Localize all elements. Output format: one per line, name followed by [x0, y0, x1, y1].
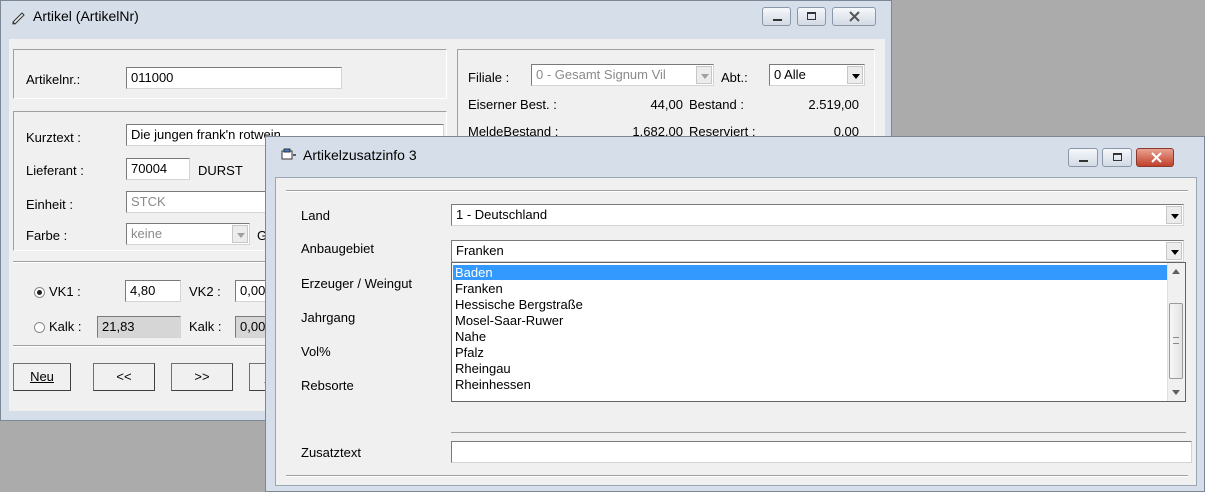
- kalk1-label: Kalk :: [49, 319, 82, 334]
- maximize-icon: [807, 12, 816, 20]
- scroll-down-icon[interactable]: [1172, 390, 1180, 395]
- minimize-icon: [1079, 160, 1088, 162]
- anbaugebiet-value: Franken: [456, 243, 504, 258]
- prev-button[interactable]: <<: [93, 363, 155, 391]
- rebsorte-label: Rebsorte: [301, 378, 354, 393]
- chevron-down-icon: [237, 233, 245, 238]
- abt-dropdown-button[interactable]: [847, 66, 863, 84]
- anbaugebiet-dropdown-list[interactable]: Baden Franken Hessische Bergstraße Mosel…: [451, 262, 1186, 402]
- pencil-icon: [12, 12, 25, 25]
- zusatztext-input[interactable]: [451, 441, 1192, 463]
- artikel-titlebar[interactable]: Artikel (ArtikelNr): [1, 1, 891, 31]
- lieferant-name: DURST: [198, 163, 243, 178]
- option-rheingau[interactable]: Rheingau: [453, 361, 1168, 376]
- option-mosel-saar-ruwer[interactable]: Mosel-Saar-Ruwer: [453, 313, 1168, 328]
- farbe-value: keine: [131, 226, 163, 241]
- eiserner-label: Eiserner Best. :: [468, 97, 557, 112]
- erzeuger-label: Erzeuger / Weingut: [301, 276, 413, 291]
- neu-button[interactable]: Neu: [13, 363, 71, 391]
- anbaugebiet-label: Anbaugebiet: [301, 241, 375, 256]
- window-title: Artikel (ArtikelNr): [33, 8, 139, 24]
- grip-icon: [1173, 337, 1179, 344]
- anbaugebiet-dropdown-button[interactable]: [1166, 242, 1182, 260]
- lieferant-input[interactable]: 70004: [126, 158, 190, 180]
- vk1-input[interactable]: 4,80: [125, 280, 181, 302]
- bestand-label: Bestand :: [689, 97, 744, 112]
- vol-label: Vol%: [301, 344, 331, 359]
- filiale-dropdown-button[interactable]: [696, 66, 712, 84]
- minimize-icon: [773, 19, 782, 21]
- next-button[interactable]: >>: [171, 363, 233, 391]
- einheit-label: Einheit :: [26, 197, 73, 212]
- bestand-value: 2.519,00: [808, 97, 859, 112]
- farbe-select[interactable]: keine: [126, 223, 250, 245]
- chevron-down-icon: [852, 74, 860, 79]
- filiale-value: 0 - Gesamt Signum Vil: [536, 67, 666, 82]
- maximize-icon: [1113, 153, 1122, 161]
- option-nahe[interactable]: Nahe: [453, 329, 1168, 344]
- scroll-thumb[interactable]: [1169, 303, 1183, 379]
- kurztext-label: Kurztext :: [26, 130, 81, 145]
- dialog-bottom-divider: [286, 475, 1188, 477]
- artikelzusatzinfo-dialog: Artikelzusatzinfo 3 Land 1 - Deutschland…: [265, 136, 1205, 492]
- abt-select[interactable]: 0 Alle: [769, 64, 865, 86]
- vk1-radio[interactable]: [34, 287, 45, 298]
- option-pfalz[interactable]: Pfalz: [453, 345, 1168, 360]
- option-hessische-bergstrasse[interactable]: Hessische Bergstraße: [453, 297, 1168, 312]
- chevron-down-icon: [1171, 250, 1179, 255]
- dialog-close-button[interactable]: [1136, 148, 1174, 167]
- close-icon: [1151, 152, 1162, 163]
- artikelnr-label: Artikelnr.:: [26, 72, 81, 87]
- abt-label: Abt.:: [721, 70, 748, 85]
- kalk2-label: Kalk :: [189, 319, 222, 334]
- zusatztext-label: Zusatztext: [301, 445, 361, 460]
- filiale-label: Filiale :: [468, 70, 510, 85]
- farbe-label: Farbe :: [26, 228, 68, 243]
- option-franken[interactable]: Franken: [453, 281, 1168, 296]
- vk1-label: VK1 :: [49, 284, 81, 299]
- app-icon: [281, 148, 296, 160]
- radio-selected-dot: [37, 290, 42, 295]
- vk2-label: VK2 :: [189, 284, 221, 299]
- abt-value: 0 Alle: [774, 67, 806, 82]
- dialog-minimize-button[interactable]: [1068, 148, 1098, 167]
- dropdown-scrollbar[interactable]: [1167, 263, 1185, 401]
- close-button[interactable]: [832, 7, 876, 26]
- maximize-button[interactable]: [797, 7, 826, 26]
- chevron-down-icon: [701, 74, 709, 79]
- dialog-top-divider: [286, 190, 1188, 192]
- eiserner-value: 44,00: [650, 97, 683, 112]
- dialog-client: Land 1 - Deutschland Anbaugebiet Franken…: [275, 177, 1197, 486]
- artikelnr-input[interactable]: 011000: [126, 67, 342, 89]
- dialog-title: Artikelzusatzinfo 3: [303, 147, 417, 163]
- lieferant-label: Lieferant :: [26, 163, 84, 178]
- dialog-maximize-button[interactable]: [1102, 148, 1132, 167]
- close-icon: [849, 11, 860, 22]
- jahrgang-label: Jahrgang: [301, 310, 356, 325]
- land-label: Land: [301, 208, 330, 223]
- land-select[interactable]: 1 - Deutschland: [451, 204, 1184, 226]
- land-value: 1 - Deutschland: [456, 207, 548, 222]
- chevron-down-icon: [1171, 214, 1179, 219]
- land-dropdown-button[interactable]: [1166, 206, 1182, 224]
- einheit-input[interactable]: STCK: [126, 191, 266, 213]
- option-rheinhessen[interactable]: Rheinhessen: [453, 377, 1168, 392]
- filiale-select[interactable]: 0 - Gesamt Signum Vil: [531, 64, 714, 86]
- dialog-titlebar[interactable]: Artikelzusatzinfo 3: [266, 137, 1204, 169]
- farbe-dropdown-button[interactable]: [232, 225, 248, 243]
- option-baden[interactable]: Baden: [453, 265, 1168, 280]
- kalk1-value: 21,83: [97, 316, 181, 338]
- anbaugebiet-select[interactable]: Franken: [451, 240, 1184, 262]
- kalk-radio[interactable]: [34, 322, 45, 333]
- minimize-button[interactable]: [762, 7, 791, 26]
- scroll-up-icon[interactable]: [1172, 269, 1180, 274]
- dropdown-shadow-line: [451, 432, 1186, 433]
